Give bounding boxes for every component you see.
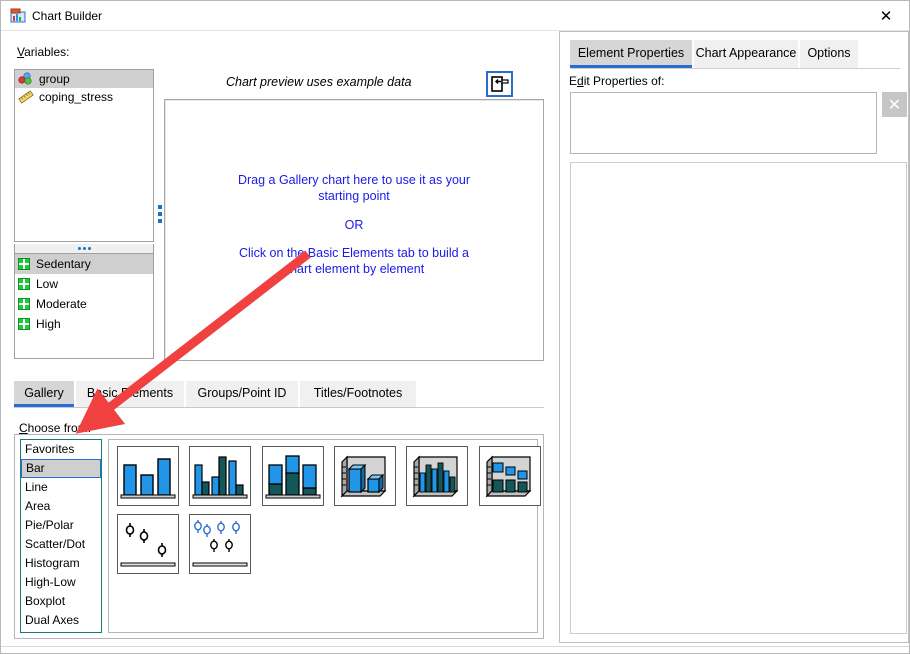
simple-bar-thumbnail[interactable] [117,446,179,506]
nominal-grid-icon [18,298,30,310]
tab-options[interactable]: Options [800,40,858,68]
clustered-3d-bar-thumbnail[interactable] [406,446,468,506]
stacked-3d-bar-thumbnail[interactable] [479,446,541,506]
chart-builder-dialog: Chart Builder ✕ Variables: group [0,0,910,654]
category-label: High [36,317,61,331]
nominal-grid-icon [18,278,30,290]
thumbnail-row [117,514,537,582]
properties-tab-underline [570,68,900,69]
clustered-bar-thumbnail[interactable] [189,446,251,506]
categories-list[interactable]: Sedentary Low Moderate High [14,253,154,359]
splitter-dot [78,247,81,250]
list-item[interactable]: Moderate [15,294,153,314]
left-panel: Variables: group [1,31,557,653]
background-strip [1,646,910,654]
splitter-dot [158,219,162,223]
gallery-item-pie-polar[interactable]: Pie/Polar [21,516,101,535]
edit-properties-label: Edit Properties of: [569,74,664,88]
tab-groups-point-id[interactable]: Groups/Point ID [186,381,298,407]
splitter-dot [158,205,162,209]
category-label: Sedentary [36,257,91,271]
variables-list[interactable]: group coping_stress [14,69,154,242]
simple-3d-bar-thumbnail[interactable] [334,446,396,506]
choose-from-label: Choose from: [19,421,91,435]
tab-underline [14,407,544,408]
tab-basic-elements[interactable]: Basic Elements [76,381,184,407]
scale-ruler-icon [18,90,34,104]
close-icon[interactable]: ✕ [882,92,907,117]
gallery-panel: Favorites Bar Line Area Pie/Polar Scatte… [14,434,544,639]
hint-line: chart element by element [284,262,424,276]
preview-hint-or: OR [165,217,543,233]
gallery-item-dual-axes[interactable]: Dual Axes [21,611,101,630]
stacked-bar-thumbnail[interactable] [262,446,324,506]
window-title: Chart Builder [32,9,102,23]
list-item[interactable]: group [15,70,153,88]
tab-gallery[interactable]: Gallery [14,381,74,407]
nominal-grid-icon [18,258,30,270]
gallery-item-high-low[interactable]: High-Low [21,573,101,592]
gallery-thumbnails [108,439,538,633]
splitter-dot [158,212,162,216]
gallery-item-boxplot[interactable]: Boxplot [21,592,101,611]
variable-name: group [39,72,70,86]
category-label: Low [36,277,58,291]
gallery-type-list[interactable]: Favorites Bar Line Area Pie/Polar Scatte… [20,439,102,633]
splitter-dot [83,247,86,250]
hint-line: Click on the Basic Elements tab to build… [239,246,469,260]
list-item[interactable]: Low [15,274,153,294]
properties-content-area [570,162,907,634]
gallery-item-line[interactable]: Line [21,478,101,497]
clustered-error-bar-thumbnail[interactable] [189,514,251,574]
hint-line: Drag a Gallery chart here to use it as y… [238,173,470,187]
preview-hint-drag: Drag a Gallery chart here to use it as y… [165,172,543,204]
tab-chart-appearance[interactable]: Chart Appearance [694,40,798,68]
chart-builder-icon [10,8,26,24]
show-hide-panel-icon[interactable] [486,71,513,97]
gallery-item-favorites[interactable]: Favorites [21,440,101,459]
nominal-icon [18,72,34,86]
list-item[interactable]: coping_stress [15,88,153,106]
category-label: Moderate [36,297,87,311]
gallery-item-bar[interactable]: Bar [21,459,101,478]
gallery-item-histogram[interactable]: Histogram [21,554,101,573]
tab-titles-footnotes[interactable]: Titles/Footnotes [300,381,416,407]
variables-label: Variables: [17,45,69,59]
gallery-item-scatter-dot[interactable]: Scatter/Dot [21,535,101,554]
vertical-splitter[interactable] [156,69,164,359]
variable-name: coping_stress [39,90,113,104]
hint-line: starting point [318,189,390,203]
nominal-grid-icon [18,318,30,330]
right-panel: Element Properties Chart Appearance Opti… [559,31,909,643]
edit-properties-list[interactable] [570,92,877,154]
preview-caption: Chart preview uses example data [226,75,412,89]
preview-hint-basic-elements: Click on the Basic Elements tab to build… [165,245,543,277]
close-icon[interactable]: ✕ [863,1,909,30]
title-bar: Chart Builder ✕ [1,1,909,31]
builder-tabs: Gallery Basic Elements Groups/Point ID T… [14,381,544,407]
splitter-dot [88,247,91,250]
list-item[interactable]: High [15,314,153,334]
horizontal-splitter[interactable] [14,244,154,253]
chart-preview-canvas[interactable]: Drag a Gallery chart here to use it as y… [164,99,544,361]
gallery-item-area[interactable]: Area [21,497,101,516]
list-item[interactable]: Sedentary [15,254,153,274]
thumbnail-row [117,446,537,514]
tab-element-properties[interactable]: Element Properties [570,40,692,68]
simple-error-bar-thumbnail[interactable] [117,514,179,574]
